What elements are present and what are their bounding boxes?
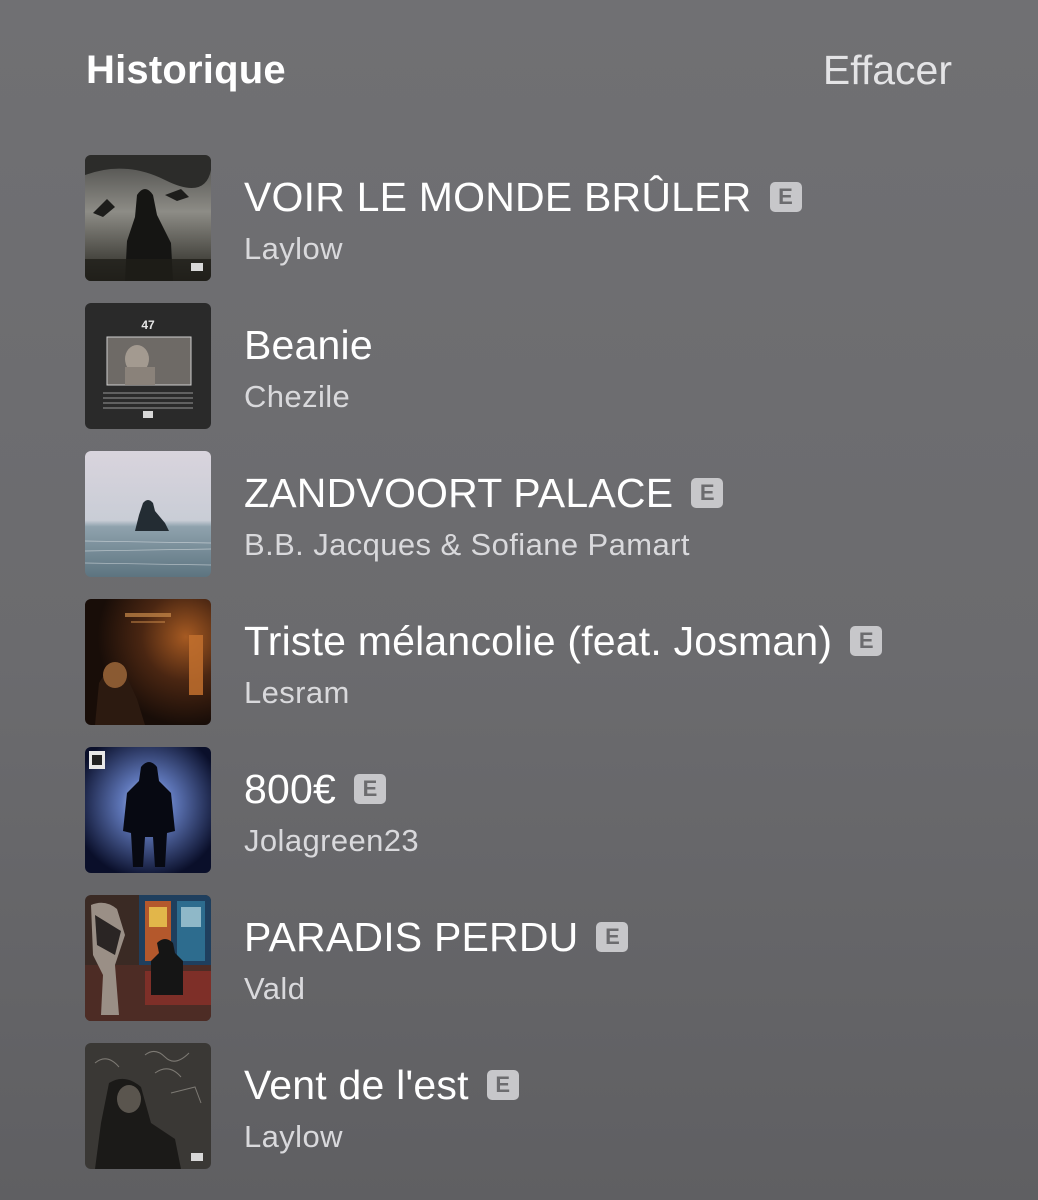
track-title: PARADIS PERDU xyxy=(244,913,579,960)
track-info: ZANDVOORT PALACE E B.B. Jacques & Sofian… xyxy=(244,467,998,563)
track-title: ZANDVOORT PALACE xyxy=(244,469,674,516)
svg-text:47: 47 xyxy=(141,318,155,332)
track-artist: Chezile xyxy=(244,379,351,414)
track-row[interactable]: ZANDVOORT PALACE E B.B. Jacques & Sofian… xyxy=(85,451,1038,599)
track-row[interactable]: 47 Beanie Chezile xyxy=(85,303,1038,451)
track-artist: Vald xyxy=(244,971,306,1006)
explicit-badge: E xyxy=(486,1070,519,1100)
track-info: Triste mélancolie (feat. Josman) E Lesra… xyxy=(244,615,998,711)
track-row[interactable]: 800€ E Jolagreen23 xyxy=(85,747,1038,895)
explicit-badge: E xyxy=(769,182,802,212)
track-title: Triste mélancolie (feat. Josman) xyxy=(244,617,833,664)
album-artwork xyxy=(85,155,211,281)
track-info: Vent de l'est E Laylow xyxy=(244,1059,998,1155)
track-row[interactable]: Vent de l'est E Laylow xyxy=(85,1043,1038,1191)
track-title: Beanie xyxy=(244,321,373,368)
explicit-badge: E xyxy=(596,922,629,952)
track-artist: B.B. Jacques & Sofiane Pamart xyxy=(244,527,690,562)
track-title: 800€ xyxy=(244,765,337,812)
album-artwork xyxy=(85,895,211,1021)
track-info: PARADIS PERDU E Vald xyxy=(244,911,998,1007)
album-artwork xyxy=(85,599,211,725)
track-info: VOIR LE MONDE BRÛLER E Laylow xyxy=(244,171,998,267)
track-title: Vent de l'est xyxy=(244,1061,469,1108)
explicit-badge: E xyxy=(850,626,883,656)
track-artist: Laylow xyxy=(244,231,343,266)
explicit-badge: E xyxy=(354,774,387,804)
album-artwork xyxy=(85,1043,211,1169)
track-info: Beanie Chezile xyxy=(244,319,998,415)
clear-history-button[interactable]: Effacer xyxy=(823,47,952,94)
album-artwork xyxy=(85,451,211,577)
album-artwork xyxy=(85,747,211,873)
page-title: Historique xyxy=(86,47,286,92)
history-list: VOIR LE MONDE BRÛLER E Laylow 47 Beanie … xyxy=(85,155,1038,1191)
album-artwork: 47 xyxy=(85,303,211,429)
track-artist: Laylow xyxy=(244,1119,343,1154)
track-row[interactable]: VOIR LE MONDE BRÛLER E Laylow xyxy=(85,155,1038,303)
track-artist: Lesram xyxy=(244,675,350,710)
explicit-badge: E xyxy=(691,478,724,508)
track-row[interactable]: Triste mélancolie (feat. Josman) E Lesra… xyxy=(85,599,1038,747)
track-row[interactable]: PARADIS PERDU E Vald xyxy=(85,895,1038,1043)
track-artist: Jolagreen23 xyxy=(244,823,420,858)
history-header: Historique Effacer xyxy=(86,40,952,100)
track-title: VOIR LE MONDE BRÛLER xyxy=(244,173,752,220)
track-info: 800€ E Jolagreen23 xyxy=(244,763,998,859)
